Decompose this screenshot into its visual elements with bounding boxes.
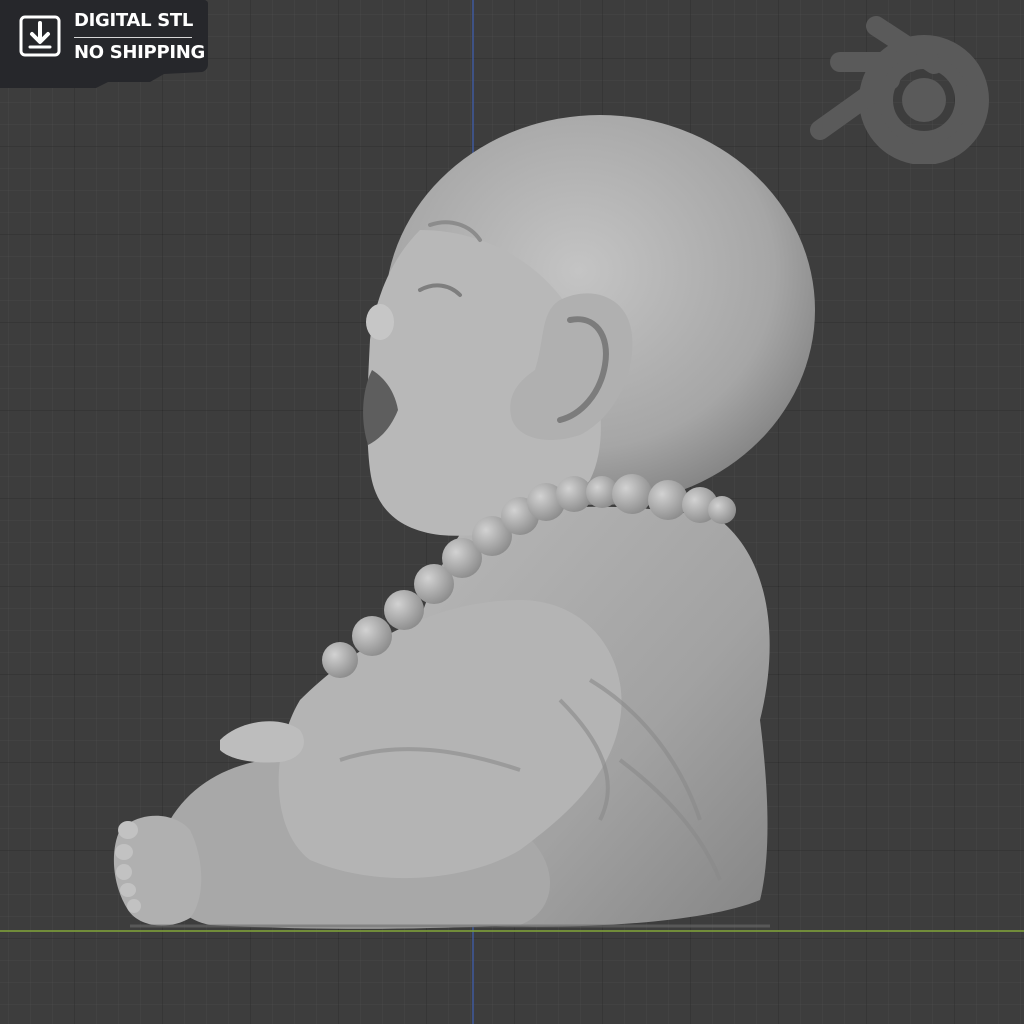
download-icon [19,15,61,57]
digital-stl-badge: DIGITAL STL NO SHIPPING [0,0,212,92]
3d-viewport[interactable]: DIGITAL STL NO SHIPPING [0,0,1024,1024]
badge-divider [74,37,192,38]
badge-line-1: DIGITAL STL [74,10,194,31]
badge-line-2: NO SHIPPING [74,42,205,63]
monk-figurine-model[interactable] [0,0,1024,1024]
